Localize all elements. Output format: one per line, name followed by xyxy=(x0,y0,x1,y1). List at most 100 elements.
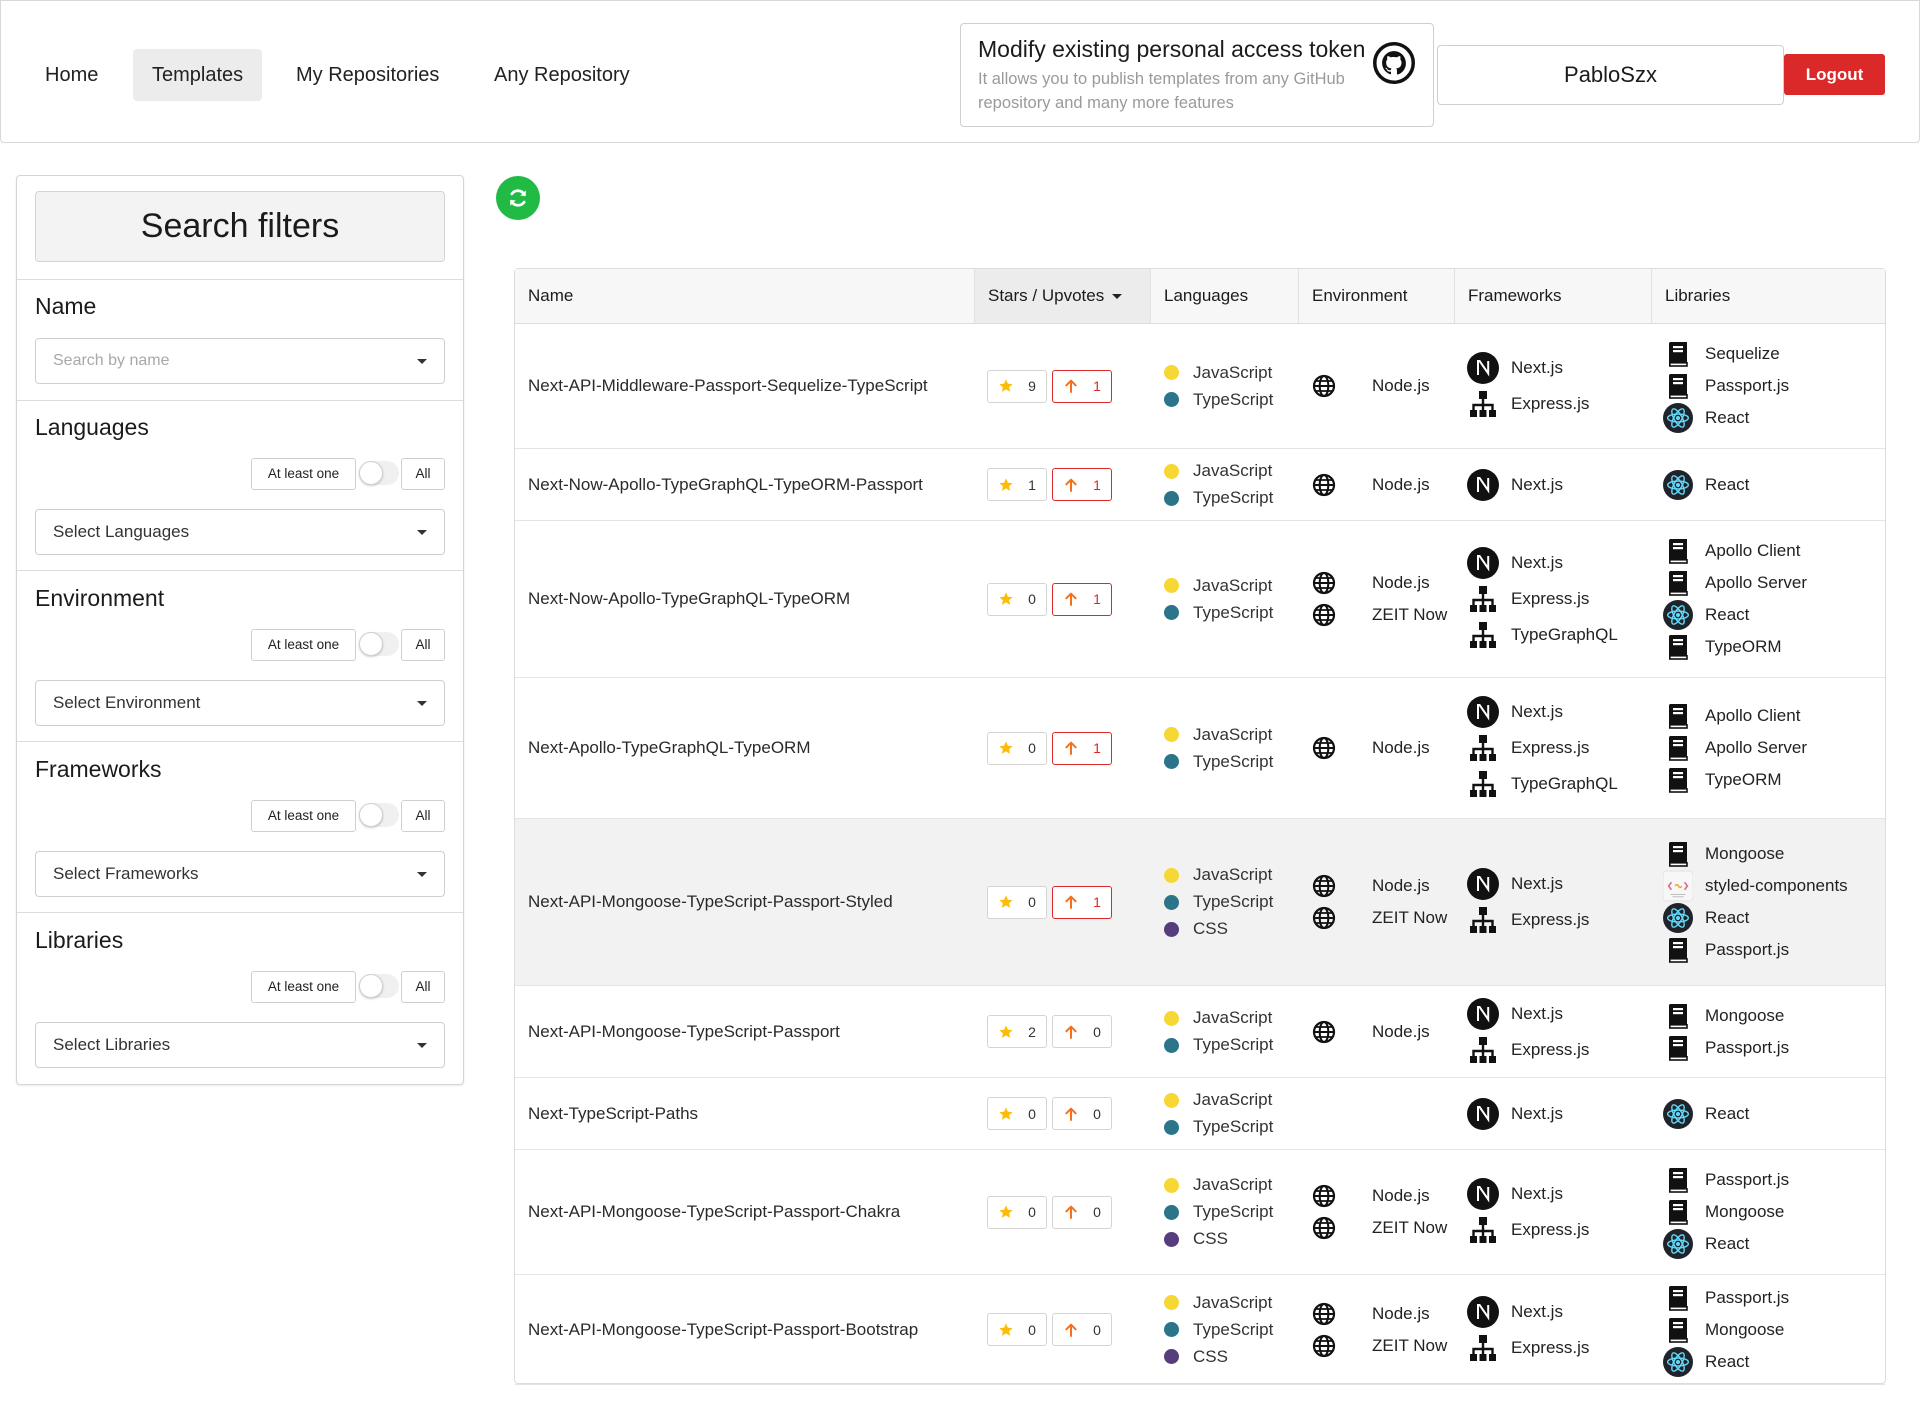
template-name[interactable]: Next-API-Mongoose-TypeScript-Passport-Ch… xyxy=(528,1202,900,1222)
languages-cell: JavaScript TypeScript xyxy=(1164,449,1294,520)
language-name: CSS xyxy=(1193,1346,1228,1366)
upvote-button[interactable]: 0 xyxy=(1052,1097,1112,1130)
template-name[interactable]: Next-API-Mongoose-TypeScript-Passport-St… xyxy=(528,892,893,912)
stars-counter[interactable]: 0 xyxy=(987,885,1047,919)
table-row[interactable]: Next-API-Middleware-Passport-Sequelize-T… xyxy=(515,324,1885,449)
search-by-name-input[interactable]: Search by name xyxy=(35,338,445,384)
divider xyxy=(17,741,463,742)
stars-counter[interactable]: 9 xyxy=(987,369,1047,403)
nav-home[interactable]: Home xyxy=(26,49,117,101)
environment-name: ZEIT Now xyxy=(1372,1335,1448,1355)
book-icon xyxy=(1663,1165,1693,1195)
language-name: TypeScript xyxy=(1193,1202,1274,1221)
environment-item: Node.js xyxy=(1312,567,1452,599)
match-mode-switch[interactable] xyxy=(359,461,399,485)
nav-any-repository[interactable]: Any Repository xyxy=(475,49,649,101)
stars-counter[interactable]: 2 xyxy=(987,1015,1047,1048)
at-least-one-button[interactable]: At least one xyxy=(251,458,356,490)
library-name: Mongoose xyxy=(1705,1319,1785,1339)
all-button[interactable]: All xyxy=(401,971,445,1003)
environment-cell: Node.js xyxy=(1312,324,1452,448)
template-name[interactable]: Next-API-Middleware-Passport-Sequelize-T… xyxy=(528,376,928,396)
arrow-up-icon xyxy=(1065,1323,1077,1337)
table-row[interactable]: Next-API-Mongoose-TypeScript-Passport 2 0 J… xyxy=(515,986,1885,1078)
arrow-up-icon xyxy=(1065,1025,1077,1039)
select-libraries-dropdown[interactable]: Select Libraries xyxy=(35,1022,445,1068)
upvote-button[interactable]: 1 xyxy=(1052,731,1112,765)
header-frameworks[interactable]: Frameworks xyxy=(1455,269,1652,323)
all-button[interactable]: All xyxy=(401,800,445,832)
stars-counter[interactable]: 0 xyxy=(987,582,1047,616)
at-least-one-button[interactable]: At least one xyxy=(251,971,356,1003)
template-name[interactable]: Next-Apollo-TypeGraphQL-TypeORM xyxy=(528,738,811,758)
select-languages-dropdown[interactable]: Select Languages xyxy=(35,509,445,555)
book-icon xyxy=(1663,568,1693,598)
stars-upvotes-cell: 20 xyxy=(987,986,1147,1077)
language-item: TypeScript xyxy=(1164,1316,1294,1343)
upvote-button[interactable]: 1 xyxy=(1052,369,1112,403)
template-name[interactable]: Next-API-Mongoose-TypeScript-Passport xyxy=(528,1022,840,1042)
languages-cell: JavaScript TypeScript CSS xyxy=(1164,1275,1294,1384)
logout-button[interactable]: Logout xyxy=(1784,54,1885,95)
upvote-button[interactable]: 0 xyxy=(1052,1313,1112,1346)
template-name[interactable]: Next-TypeScript-Paths xyxy=(528,1104,698,1124)
table-row[interactable]: Next-API-Mongoose-TypeScript-Passport-Ch… xyxy=(515,1150,1885,1275)
arrow-up-icon xyxy=(1065,592,1077,606)
language-color-dot xyxy=(1164,605,1179,620)
match-mode-switch[interactable] xyxy=(359,803,399,827)
frameworks-cell: Next.js Express.js xyxy=(1467,324,1647,448)
stars-counter[interactable]: 0 xyxy=(987,1195,1047,1229)
language-item: JavaScript xyxy=(1164,1005,1294,1032)
header-stars-upvotes[interactable]: Stars / Upvotes xyxy=(975,269,1151,323)
access-token-card[interactable]: Modify existing personal access token It… xyxy=(960,23,1434,127)
header-name[interactable]: Name xyxy=(515,269,975,323)
all-button[interactable]: All xyxy=(401,458,445,490)
table-row[interactable]: Next-Now-Apollo-TypeGraphQL-TypeORM 0 1 Jav… xyxy=(515,521,1885,678)
stars-counter[interactable]: 1 xyxy=(987,468,1047,501)
upvote-button[interactable]: 1 xyxy=(1052,468,1112,501)
upvote-button[interactable]: 1 xyxy=(1052,582,1112,616)
template-name-cell: Next-TypeScript-Paths xyxy=(528,1078,968,1149)
header-languages[interactable]: Languages xyxy=(1151,269,1299,323)
upvote-button[interactable]: 1 xyxy=(1052,885,1112,919)
nav-templates[interactable]: Templates xyxy=(133,49,263,101)
environment-item: Node.js xyxy=(1312,732,1452,764)
table-row[interactable]: Next-TypeScript-Paths 0 0 JavaScript TypeScr… xyxy=(515,1078,1885,1150)
language-item: TypeScript xyxy=(1164,599,1294,626)
nav-my-repositories[interactable]: My Repositories xyxy=(277,49,458,101)
match-mode-switch[interactable] xyxy=(359,632,399,656)
all-button[interactable]: All xyxy=(401,629,445,661)
table-row[interactable]: Next-Now-Apollo-TypeGraphQL-TypeORM-Pass… xyxy=(515,449,1885,521)
book-icon xyxy=(1663,371,1693,401)
refresh-button[interactable] xyxy=(496,176,540,220)
library-item: Apollo Client xyxy=(1663,535,1878,567)
table-row[interactable]: Next-Apollo-TypeGraphQL-TypeORM 0 1 JavaScr… xyxy=(515,678,1885,819)
at-least-one-button[interactable]: At least one xyxy=(251,629,356,661)
languages-match-toggle: At least one All xyxy=(235,458,445,490)
nextjs-icon xyxy=(1467,468,1499,501)
environment-name: Node.js xyxy=(1372,573,1430,592)
framework-item: Next.js xyxy=(1467,545,1647,581)
match-mode-switch[interactable] xyxy=(359,974,399,998)
stars-counter[interactable]: 0 xyxy=(987,1097,1047,1130)
table-row[interactable]: Next-API-Mongoose-TypeScript-Passport-Bo… xyxy=(515,1275,1885,1385)
language-name: TypeScript xyxy=(1193,751,1274,771)
stars-counter[interactable]: 0 xyxy=(987,731,1047,765)
template-name[interactable]: Next-Now-Apollo-TypeGraphQL-TypeORM xyxy=(528,589,850,609)
select-environment-dropdown[interactable]: Select Environment xyxy=(35,680,445,726)
environment-item: ZEIT Now xyxy=(1312,902,1452,934)
react-icon xyxy=(1663,600,1693,630)
select-frameworks-dropdown[interactable]: Select Frameworks xyxy=(35,851,445,897)
upvote-button[interactable]: 0 xyxy=(1052,1195,1112,1229)
header-libraries[interactable]: Libraries xyxy=(1652,269,1885,323)
table-row[interactable]: Next-API-Mongoose-TypeScript-Passport-St… xyxy=(515,819,1885,986)
stars-count: 0 xyxy=(1028,591,1036,607)
header-environment[interactable]: Environment xyxy=(1299,269,1455,323)
upvote-button[interactable]: 0 xyxy=(1052,1015,1112,1048)
stars-counter[interactable]: 0 xyxy=(987,1313,1047,1346)
template-name[interactable]: Next-API-Mongoose-TypeScript-Passport-Bo… xyxy=(528,1320,918,1340)
environment-item: Node.js xyxy=(1312,1180,1452,1212)
template-name[interactable]: Next-Now-Apollo-TypeGraphQL-TypeORM-Pass… xyxy=(528,475,923,495)
at-least-one-button[interactable]: At least one xyxy=(251,800,356,832)
globe-icon xyxy=(1312,603,1354,627)
